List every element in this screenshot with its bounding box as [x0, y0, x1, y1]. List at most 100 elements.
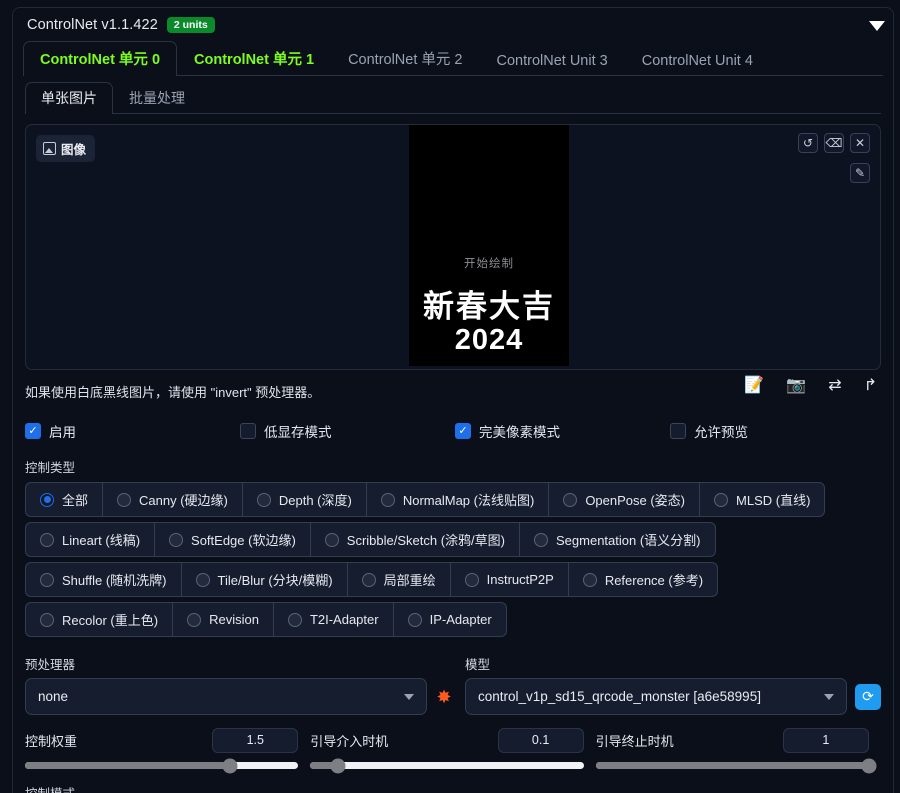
radio-ip-adapter-dot[interactable] — [408, 613, 422, 627]
slider-control-weight-knob[interactable] — [222, 758, 237, 773]
radio-reference[interactable]: Reference (参考) — [568, 562, 718, 597]
sliders-row: 控制权重 1.5 引导介入时机 0.1 — [25, 727, 881, 769]
control-type-row-3: Shuffle (随机洗牌) Tile/Blur (分块/模糊) 局部重绘 In… — [25, 562, 881, 597]
radio-shuffle[interactable]: Shuffle (随机洗牌) — [25, 562, 181, 597]
checkbox-allow-preview[interactable]: 允许预览 — [670, 421, 748, 441]
radio-depth-dot[interactable] — [257, 493, 271, 507]
radio-shuffle-label: Shuffle (随机洗牌) — [62, 570, 167, 589]
slider-guidance-start-track[interactable] — [310, 762, 583, 769]
options-checkbox-row: 启用 低显存模式 完美像素模式 允许预览 — [25, 418, 881, 444]
chevron-down-icon[interactable] — [869, 21, 885, 31]
radio-ip-adapter[interactable]: IP-Adapter — [393, 602, 507, 637]
refresh-icon[interactable]: ⟳ — [855, 684, 881, 710]
tab-controlnet-unit-4[interactable]: ControlNet Unit 4 — [625, 46, 770, 76]
radio-tile-blur-label: Tile/Blur (分块/模糊) — [218, 570, 333, 589]
invert-hint-text: 如果使用白底黑线图片，请使用 "invert" 预处理器。 — [25, 382, 320, 401]
radio-instructp2p-dot[interactable] — [465, 573, 479, 587]
model-dropdown[interactable]: control_v1p_sd15_qrcode_monster [a6e5899… — [465, 678, 847, 715]
checkbox-low-vram[interactable]: 低显存模式 — [240, 421, 455, 441]
swap-icon[interactable]: ⇄ — [828, 378, 841, 394]
radio-lineart-dot[interactable] — [40, 533, 54, 547]
image-drop-area[interactable]: 图像 开始绘制 新春大吉 2024 ↺ ⌫ ✕ ✎ — [25, 124, 881, 370]
webcam-icon[interactable]: 📷 — [786, 378, 806, 394]
slider-guidance-start-knob[interactable] — [330, 758, 345, 773]
slider-guidance-start-value[interactable]: 0.1 — [498, 728, 584, 753]
slider-guidance-end-value[interactable]: 1 — [783, 728, 869, 753]
radio-canny[interactable]: Canny (硬边缘) — [102, 482, 242, 517]
radio-openpose[interactable]: OpenPose (姿态) — [548, 482, 699, 517]
radio-canny-dot[interactable] — [117, 493, 131, 507]
radio-segmentation-dot[interactable] — [534, 533, 548, 547]
radio-t2i-adapter-dot[interactable] — [288, 613, 302, 627]
radio-lineart[interactable]: Lineart (线稿) — [25, 522, 154, 557]
checkbox-allow-preview-box[interactable] — [670, 423, 686, 439]
slider-guidance-end-track[interactable] — [596, 762, 869, 769]
checkbox-pixel-perfect[interactable]: 完美像素模式 — [455, 421, 670, 441]
radio-segmentation-label: Segmentation (语义分割) — [556, 530, 701, 549]
chevron-down-icon[interactable] — [404, 694, 414, 700]
checkbox-pixel-perfect-box[interactable] — [455, 423, 471, 439]
radio-normalmap[interactable]: NormalMap (法线贴图) — [366, 482, 548, 517]
radio-recolor[interactable]: Recolor (重上色) — [25, 602, 172, 637]
checkbox-enable-box[interactable] — [25, 423, 41, 439]
radio-scribble-sketch-dot[interactable] — [325, 533, 339, 547]
unit-body: 单张图片 批量处理 图像 开始绘制 新春大吉 2024 ↺ ⌫ ✕ — [13, 76, 893, 793]
checkbox-allow-preview-label: 允许预览 — [694, 421, 748, 441]
radio-tile-blur[interactable]: Tile/Blur (分块/模糊) — [181, 562, 347, 597]
radio-lineart-label: Lineart (线稿) — [62, 530, 140, 549]
radio-normalmap-dot[interactable] — [381, 493, 395, 507]
invert-hint-row: 如果使用白底黑线图片，请使用 "invert" 预处理器。 📝 📷 ⇄ ↱ — [25, 376, 881, 406]
radio-scribble-sketch[interactable]: Scribble/Sketch (涂鸦/草图) — [310, 522, 519, 557]
radio-all-dot[interactable] — [40, 493, 54, 507]
radio-revision-dot[interactable] — [187, 613, 201, 627]
model-label: 模型 — [465, 654, 881, 673]
radio-revision[interactable]: Revision — [172, 602, 273, 637]
radio-inpaint-dot[interactable] — [362, 573, 376, 587]
radio-tile-blur-dot[interactable] — [196, 573, 210, 587]
edit-note-icon[interactable]: 📝 — [744, 378, 764, 394]
radio-segmentation[interactable]: Segmentation (语义分割) — [519, 522, 716, 557]
radio-instructp2p[interactable]: InstructP2P — [450, 562, 568, 597]
control-type-label: 控制类型 — [25, 457, 881, 476]
radio-softedge-dot[interactable] — [169, 533, 183, 547]
eraser-icon[interactable]: ⌫ — [824, 133, 844, 153]
close-icon[interactable]: ✕ — [850, 133, 870, 153]
send-to-icon[interactable]: ↱ — [864, 378, 877, 394]
image-icon — [43, 142, 56, 155]
preview-year: 2024 — [455, 323, 524, 358]
image-toolbar: ↺ ⌫ ✕ — [798, 133, 870, 153]
tab-controlnet-unit-0[interactable]: ControlNet 单元 0 — [23, 41, 177, 76]
radio-depth-label: Depth (深度) — [279, 490, 352, 509]
slider-guidance-end: 引导终止时机 1 — [596, 727, 881, 769]
brush-icon[interactable]: ✎ — [850, 163, 870, 183]
tab-controlnet-unit-1[interactable]: ControlNet 单元 1 — [177, 41, 331, 76]
source-tabs: 单张图片 批量处理 — [25, 84, 881, 114]
checkbox-low-vram-box[interactable] — [240, 423, 256, 439]
radio-softedge[interactable]: SoftEdge (软边缘) — [154, 522, 310, 557]
slider-control-weight-track[interactable] — [25, 762, 298, 769]
radio-reference-dot[interactable] — [583, 573, 597, 587]
page-title: ControlNet v1.1.422 — [27, 17, 158, 33]
undo-icon[interactable]: ↺ — [798, 133, 818, 153]
radio-depth[interactable]: Depth (深度) — [242, 482, 366, 517]
radio-recolor-dot[interactable] — [40, 613, 54, 627]
checkbox-enable[interactable]: 启用 — [25, 421, 240, 441]
tab-batch-process[interactable]: 批量处理 — [113, 82, 201, 114]
radio-all[interactable]: 全部 — [25, 482, 102, 517]
tab-controlnet-unit-2[interactable]: ControlNet 单元 2 — [331, 41, 479, 76]
radio-inpaint[interactable]: 局部重绘 — [347, 562, 450, 597]
slider-guidance-end-knob[interactable] — [861, 758, 876, 773]
radio-mlsd[interactable]: MLSD (直线) — [699, 482, 825, 517]
image-preview[interactable]: 开始绘制 新春大吉 2024 — [409, 125, 569, 366]
radio-openpose-dot[interactable] — [563, 493, 577, 507]
slider-control-weight-value[interactable]: 1.5 — [212, 728, 298, 753]
chevron-down-icon[interactable] — [824, 694, 834, 700]
spark-icon[interactable]: ✸ — [435, 688, 453, 706]
preprocessor-dropdown[interactable]: none — [25, 678, 427, 715]
tab-controlnet-unit-3[interactable]: ControlNet Unit 3 — [480, 46, 625, 76]
radio-shuffle-dot[interactable] — [40, 573, 54, 587]
radio-mlsd-dot[interactable] — [714, 493, 728, 507]
radio-mlsd-label: MLSD (直线) — [736, 490, 810, 509]
tab-single-image[interactable]: 单张图片 — [25, 82, 113, 114]
radio-t2i-adapter[interactable]: T2I-Adapter — [273, 602, 393, 637]
